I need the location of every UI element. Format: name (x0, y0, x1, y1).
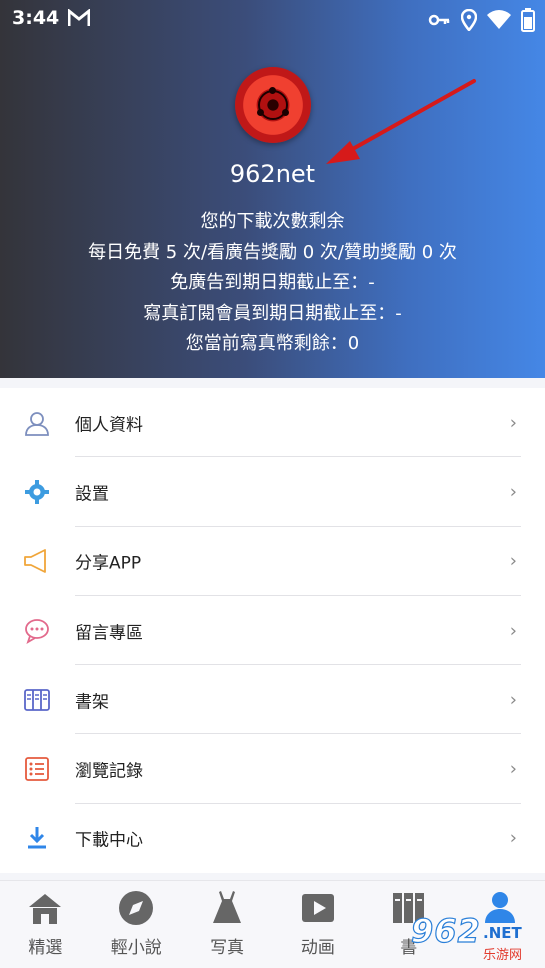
watermark-logo: 962 .NET 乐游网 (410, 911, 539, 966)
home-icon (29, 894, 62, 924)
menu-item-download-center[interactable]: 下載中心 › (0, 804, 545, 873)
tab-label: 輕小說 (110, 938, 162, 958)
chevron-right-icon: › (509, 827, 517, 849)
tab-light-novel[interactable]: 輕小說 (91, 881, 182, 968)
menu-label: 設置 (75, 484, 109, 505)
menu-item-settings[interactable]: 設置 › (0, 457, 545, 527)
menu-label: 書架 (75, 692, 109, 713)
chevron-right-icon: › (509, 758, 517, 780)
gmail-icon (68, 9, 90, 26)
menu-label: 分享APP (75, 553, 142, 574)
chevron-right-icon: › (509, 481, 517, 503)
play-icon (301, 894, 334, 922)
chat-icon (25, 618, 49, 644)
username: 962net (229, 160, 316, 188)
download-icon (28, 827, 46, 849)
tab-anime[interactable]: 动画 (272, 881, 363, 968)
ad-free-expiry: 免廣告到期日期截止至：- (170, 272, 375, 293)
chevron-right-icon: › (509, 412, 517, 434)
tab-label: 写真 (210, 938, 245, 958)
bookshelf-icon (24, 688, 50, 711)
photo-member-expiry: 寫真訂閱會員到期日期截止至：- (143, 303, 402, 324)
menu-label: 瀏覽記錄 (75, 761, 143, 782)
watermark-net: .NET (483, 924, 522, 942)
menu-item-bookshelf[interactable]: 書架 › (0, 665, 545, 735)
chevron-right-icon: › (509, 689, 517, 711)
tab-label: 精選 (28, 938, 63, 958)
menu-item-profile[interactable]: 個人資料 › (0, 388, 545, 458)
tab-label: 动画 (300, 938, 335, 958)
photo-coins: 您當前寫真幣剩餘：0 (185, 333, 360, 354)
status-time: 3:44 (12, 7, 60, 29)
dress-icon (213, 891, 242, 923)
menu-label: 下載中心 (75, 830, 143, 851)
chevron-right-icon: › (509, 620, 517, 642)
megaphone-icon (24, 549, 46, 574)
download-title: 您的下載次數剩余 (200, 211, 345, 232)
user-icon (25, 411, 49, 436)
download-counts: 每日免費 5 次/看廣告獎勵 0 次/贊助獎勵 0 次 (88, 242, 457, 263)
menu-label: 留言專區 (75, 623, 143, 644)
settings-menu: 個人資料 › 設置 › 分享APP › 留言專區 › 書架 › 瀏覽記錄 › 下… (0, 388, 545, 874)
tab-photos[interactable]: 写真 (182, 881, 273, 968)
menu-label: 個人資料 (75, 415, 143, 436)
watermark-brand: 962 (410, 911, 481, 950)
annotation-arrow (326, 79, 476, 164)
menu-item-share-app[interactable]: 分享APP › (0, 527, 545, 596)
watermark-sub: 乐游网 (483, 948, 523, 963)
menu-item-history[interactable]: 瀏覽記錄 › (0, 734, 545, 804)
history-list-icon (25, 757, 49, 782)
menu-item-message-board[interactable]: 留言專區 › (0, 596, 545, 666)
location-icon (460, 8, 478, 35)
avatar[interactable] (235, 67, 311, 143)
chevron-right-icon: › (509, 550, 517, 572)
compass-icon (119, 891, 154, 925)
gear-icon (25, 479, 49, 504)
vpn-key-icon (427, 10, 451, 34)
battery-icon (521, 8, 535, 36)
tab-featured[interactable]: 精選 (0, 881, 91, 968)
wifi-icon (487, 10, 511, 34)
profile-header: 3:44 962net 您的下載次數剩余 每日免費 5 次/看廣告獎勵 0 次/… (0, 0, 545, 378)
status-bar: 3:44 (0, 0, 545, 38)
